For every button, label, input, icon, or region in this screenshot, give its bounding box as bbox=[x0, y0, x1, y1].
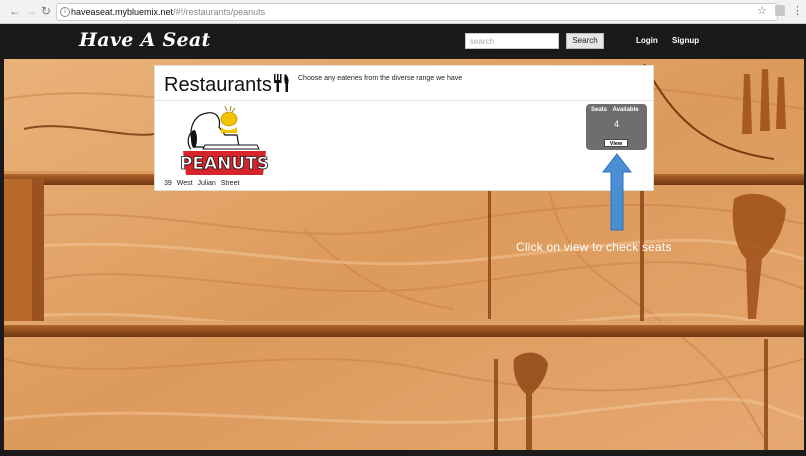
url-path: /#!/restaurants/peanuts bbox=[173, 7, 266, 17]
url-host: haveaseat.mybluemix.net bbox=[71, 7, 174, 17]
login-link[interactable]: Login bbox=[636, 36, 658, 45]
annotation-text: Click on view to check seats bbox=[516, 240, 672, 254]
seats-label: Seats Available bbox=[591, 107, 639, 113]
view-button[interactable]: View bbox=[604, 139, 628, 147]
search-button[interactable]: Search bbox=[566, 33, 604, 49]
page-title: Restaurants bbox=[164, 74, 272, 96]
restaurant-address: 39 West Julian Street bbox=[164, 180, 240, 187]
brand-logo[interactable]: Have A Seat bbox=[79, 29, 211, 51]
info-icon[interactable]: i bbox=[60, 7, 70, 17]
card-divider bbox=[155, 100, 653, 101]
back-icon[interactable]: ← bbox=[8, 4, 22, 18]
bookmark-star-icon[interactable]: ☆ bbox=[757, 4, 767, 17]
page-bottom-edge bbox=[0, 450, 806, 456]
page-subtitle: Choose any eateries from the diverse ran… bbox=[298, 75, 463, 82]
seats-count: 4 bbox=[613, 119, 619, 129]
browser-toolbar: ← → ↻ i haveaseat.mybluemix.net/#!/resta… bbox=[0, 0, 806, 24]
extension-icon[interactable] bbox=[775, 5, 785, 16]
cutlery-icon bbox=[274, 74, 289, 92]
restaurant-card: Restaurants Choose any eateries from the… bbox=[154, 65, 654, 191]
peanuts-logo[interactable]: PEANUTS bbox=[177, 105, 272, 179]
reload-icon[interactable]: ↻ bbox=[39, 4, 53, 18]
arrow-up-icon bbox=[602, 153, 632, 231]
seats-panel: Seats Available 4 View bbox=[586, 104, 647, 150]
address-bar[interactable]: i haveaseat.mybluemix.net/#!/restaurants… bbox=[56, 3, 778, 21]
peanuts-logo-text: PEANUTS bbox=[180, 154, 269, 174]
forward-icon[interactable]: → bbox=[24, 4, 38, 18]
app-header: Have A Seat Search Login Signup bbox=[0, 24, 806, 59]
search-input[interactable] bbox=[465, 33, 559, 49]
signup-link[interactable]: Signup bbox=[672, 36, 699, 45]
browser-menu-icon[interactable]: ⋮ bbox=[792, 4, 803, 18]
